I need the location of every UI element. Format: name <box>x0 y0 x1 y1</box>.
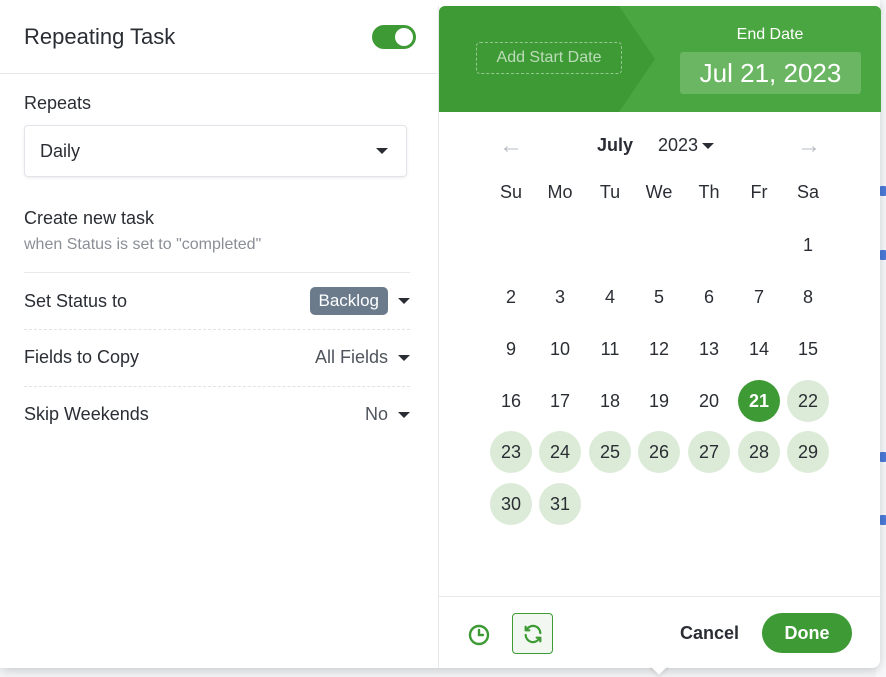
done-button[interactable]: Done <box>762 613 852 653</box>
weekday-label: We <box>645 182 673 202</box>
skip-weekends-dropdown[interactable]: No <box>365 404 410 425</box>
repeat-settings-panel: Repeating Task Repeats Daily Create new … <box>0 0 438 668</box>
skip-weekends-value: No <box>364 404 388 424</box>
create-new-task-description: when Status is set to "completed" <box>24 236 262 253</box>
background-marker <box>880 515 886 525</box>
background-marker <box>880 250 886 260</box>
status-badge: Backlog <box>309 287 388 315</box>
fields-value: All Fields <box>314 347 388 367</box>
repeating-task-popup: Repeating Task Repeats Daily Create new … <box>0 0 881 675</box>
end-date-label: End Date <box>736 26 804 43</box>
end-date-value[interactable]: Jul 21, 2023 <box>680 52 861 94</box>
fields-to-copy-row: Fields to Copy All Fields <box>24 329 410 385</box>
calendar-day[interactable]: 17 <box>539 380 581 422</box>
create-new-task-label: Create new task <box>24 208 155 228</box>
calendar-day[interactable]: 31 <box>539 483 581 525</box>
calendar-day[interactable]: 5 <box>638 276 680 318</box>
calendar-day[interactable]: 30 <box>490 483 532 525</box>
chevron-down-icon <box>702 142 715 149</box>
calendar-day[interactable]: 22 <box>787 380 829 422</box>
weekday-label: Tu <box>599 182 621 202</box>
calendar-day[interactable]: 14 <box>738 328 780 370</box>
chevron-down-icon <box>398 298 410 304</box>
background-marker <box>880 186 886 196</box>
calendar-day[interactable]: 9 <box>490 328 532 370</box>
calendar-day[interactable]: 6 <box>688 276 730 318</box>
next-month-arrow-icon[interactable]: → <box>797 132 821 160</box>
calendar-day[interactable]: 2 <box>490 276 532 318</box>
calendar-day[interactable]: 29 <box>787 431 829 473</box>
calendar-day[interactable]: 7 <box>738 276 780 318</box>
calendar-day[interactable]: 4 <box>589 276 631 318</box>
add-start-date-button[interactable]: Add Start Date <box>476 42 622 74</box>
month-label: July <box>597 135 634 155</box>
calendar-day[interactable]: 28 <box>738 431 780 473</box>
calendar-day[interactable]: 26 <box>638 431 680 473</box>
repeats-value: Daily <box>40 140 81 161</box>
calendar-day[interactable]: 27 <box>688 431 730 473</box>
weekday-label: Su <box>499 182 523 202</box>
calendar-day[interactable]: 15 <box>787 328 829 370</box>
calendar-day[interactable]: 20 <box>688 380 730 422</box>
year-value: 2023 <box>658 135 699 155</box>
calendar-day[interactable]: 3 <box>539 276 581 318</box>
calendar-day[interactable]: 25 <box>589 431 631 473</box>
refresh-icon <box>524 624 541 643</box>
prev-month-arrow-icon[interactable]: ← <box>499 132 523 160</box>
calendar-day[interactable]: 13 <box>688 328 730 370</box>
status-dropdown[interactable]: Backlog <box>309 287 410 315</box>
calendar-day[interactable]: 16 <box>490 380 532 422</box>
repeat-button[interactable] <box>512 613 553 654</box>
date-picker-panel: Add Start Date End Date Jul 21, 2023 ← J… <box>438 6 881 668</box>
chevron-down-icon <box>376 148 388 154</box>
year-select[interactable]: 2023 <box>658 135 715 156</box>
fields-to-copy-label: Fields to Copy <box>24 347 140 367</box>
weekday-label: Mo <box>547 182 573 202</box>
cancel-button[interactable]: Cancel <box>680 623 739 644</box>
chevron-down-icon <box>398 354 410 361</box>
chevron-down-icon <box>398 411 410 418</box>
weekday-label: Fr <box>750 182 768 202</box>
panel-title: Repeating Task <box>24 23 176 49</box>
weekday-label: Th <box>698 182 720 202</box>
date-range-header: Add Start Date End Date Jul 21, 2023 <box>439 6 881 112</box>
clock-icon[interactable] <box>467 623 491 647</box>
weekday-label: Sa <box>796 182 820 202</box>
skip-weekends-row: Skip Weekends No <box>24 386 410 442</box>
calendar-day[interactable]: 24 <box>539 431 581 473</box>
calendar-day[interactable]: 11 <box>589 328 631 370</box>
calendar-day[interactable]: 10 <box>539 328 581 370</box>
repeats-label: Repeats <box>24 93 92 113</box>
background-marker <box>880 452 886 462</box>
calendar-day[interactable]: 19 <box>638 380 680 422</box>
panel-header: Repeating Task <box>0 0 438 74</box>
calendar-day[interactable]: 21 <box>738 380 780 422</box>
set-status-label: Set Status to <box>24 290 128 311</box>
calendar-day[interactable]: 8 <box>787 276 829 318</box>
set-status-row: Set Status to Backlog <box>24 273 410 329</box>
fields-dropdown[interactable]: All Fields <box>315 347 410 368</box>
toggle-knob <box>395 27 413 46</box>
repeats-select[interactable]: Daily <box>24 125 407 177</box>
month-navigation: ← July 2023 → <box>439 132 881 162</box>
skip-weekends-label: Skip Weekends <box>24 404 149 424</box>
calendar-day[interactable]: 23 <box>490 431 532 473</box>
calendar-day[interactable]: 12 <box>638 328 680 370</box>
repeat-toggle[interactable] <box>372 24 416 49</box>
calendar-day[interactable]: 18 <box>589 380 631 422</box>
calendar-day[interactable]: 1 <box>787 224 829 266</box>
